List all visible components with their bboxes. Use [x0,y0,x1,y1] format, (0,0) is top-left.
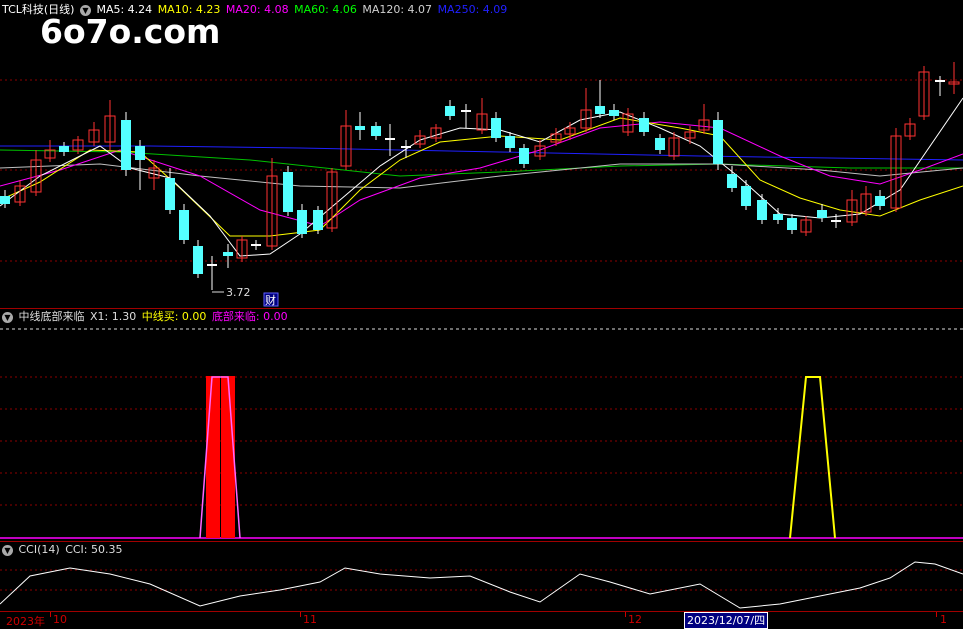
axis-tick [300,612,301,617]
signal-bar [206,376,220,538]
candle-body [773,214,783,220]
low-price-label: 3.72 [226,286,251,299]
candle-body [165,178,175,210]
candle-body [609,110,619,116]
candle-body [179,210,189,240]
candle-body [355,126,365,130]
candle-body [727,174,737,188]
candle-body [655,138,665,150]
cursor-date-box: 2023/12/07/四 [684,612,769,629]
candle-body [283,172,293,212]
candle-body [935,80,945,82]
candle-body [223,252,233,256]
candle-body [313,210,323,230]
indicator-pane[interactable]: ▼ 中线底部来临 X1: 1.30 中线买: 0.00 底部来临: 0.00 [0,309,963,541]
axis-label-dec: 12 [628,613,642,626]
candle-body [491,118,501,138]
candle-body [831,220,841,222]
candle-body [505,136,515,148]
cci-pane[interactable]: ▼ CCI(14) CCI: 50.35 [0,542,963,612]
candle-body [741,186,751,206]
price-chart[interactable]: 3.72 财 [0,0,963,308]
candle-body [817,210,827,218]
candle-body [461,110,471,112]
axis-label-nov: 11 [303,613,317,626]
signal-bar [221,376,235,538]
candle-body [639,118,649,132]
finance-marker-label: 财 [265,293,276,307]
indicator-chart[interactable] [0,309,963,541]
candle-body [135,146,145,160]
date-axis: 2023年 10 11 12 1 [0,612,963,628]
axis-label-oct: 10 [53,613,67,626]
candle-body [193,246,203,274]
axis-tick [625,612,626,617]
buy-signal-line [789,376,836,539]
candle-body [875,196,885,206]
cci-chart[interactable] [0,542,963,612]
candle-body [787,218,797,230]
candle-body [121,120,131,170]
axis-tick [936,612,937,617]
price-pane[interactable]: TCL科技(日线) ▼ MA5: 4.24 MA10: 4.23 MA20: 4… [0,0,963,308]
axis-label-year: 2023年 [6,615,45,628]
candle-body [207,264,217,266]
cci-line [0,561,963,609]
candle-body [59,146,69,152]
candle-body [297,210,307,234]
candle-body [595,106,605,114]
candle-body [713,120,723,164]
candle-body [757,200,767,220]
candle-body [0,196,10,204]
candle-body [385,138,395,140]
axis-label-jan: 1 [940,613,947,626]
candle-body [519,148,529,164]
candle-body [251,244,261,246]
candle-body [445,106,455,116]
axis-tick [50,612,51,617]
candle-body [401,146,411,148]
candle-body [371,126,381,136]
